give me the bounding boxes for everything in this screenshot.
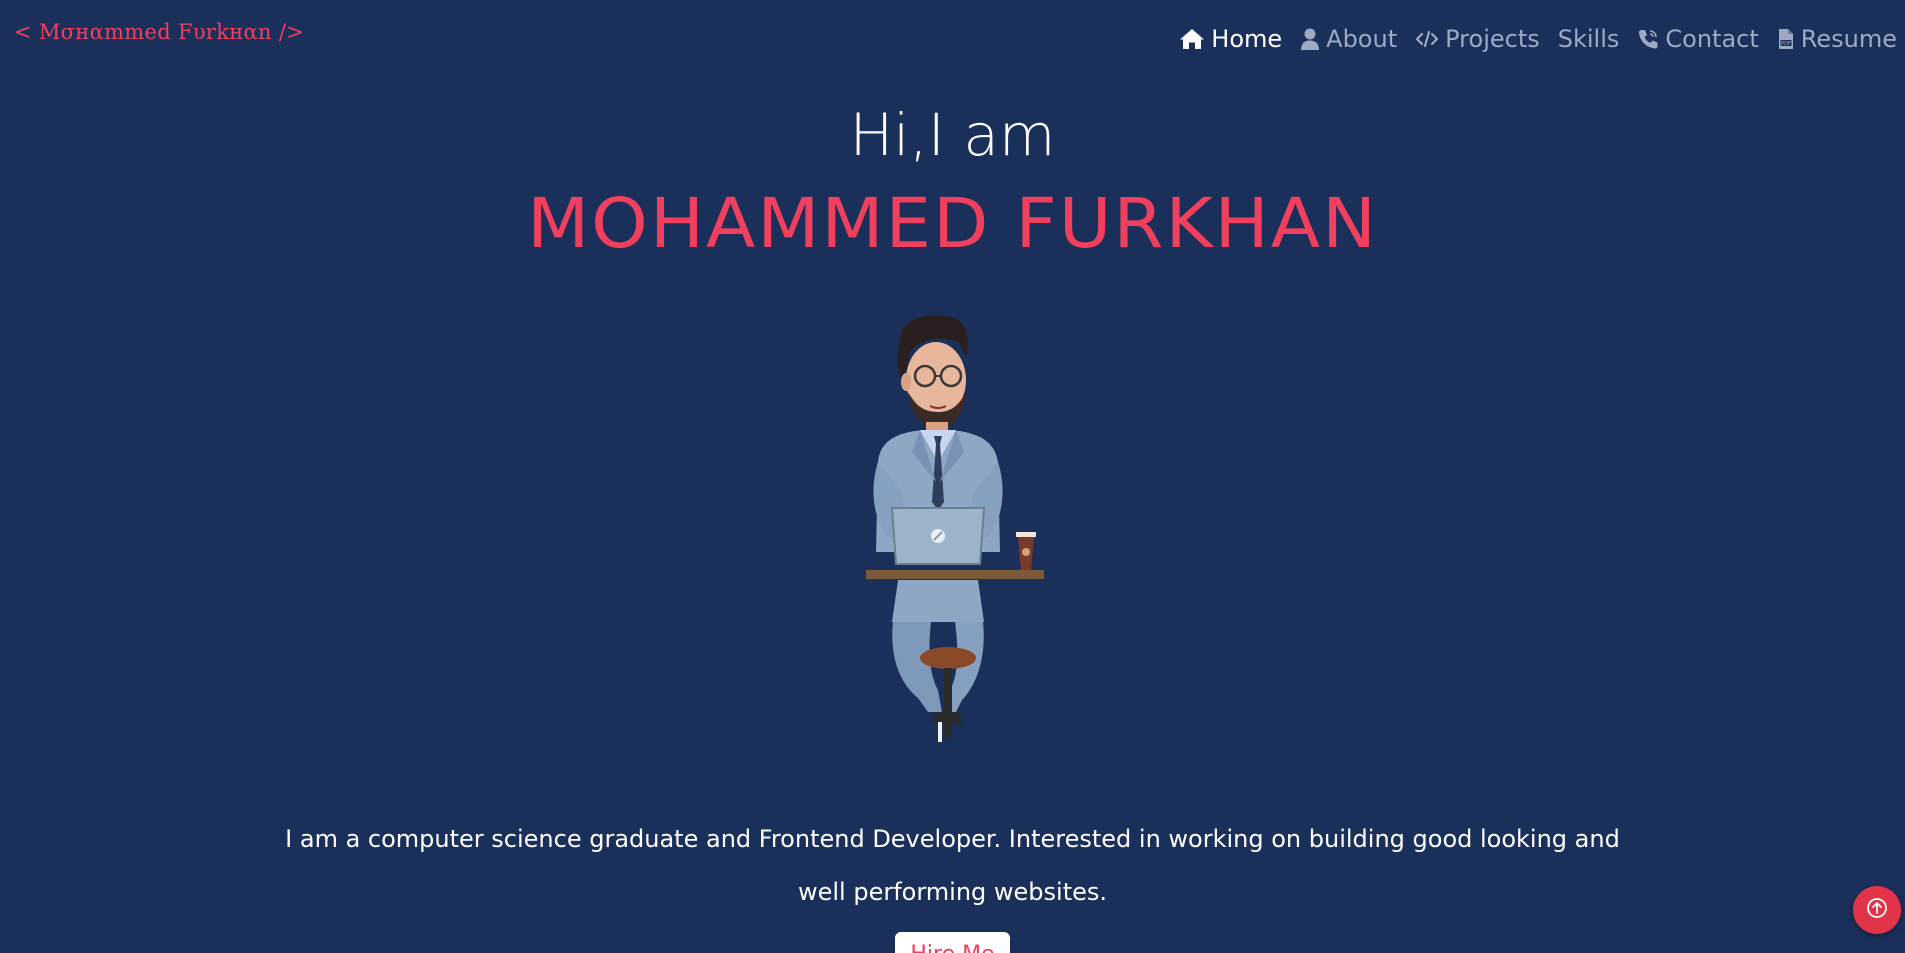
user-icon	[1300, 27, 1320, 51]
nav-resume[interactable]: PDF Resume	[1777, 22, 1897, 56]
pdf-file-icon: PDF	[1777, 28, 1795, 50]
page: < Mσнαmmed Fυrkнαn /> Home About Project…	[0, 0, 1905, 953]
nav-about-label: About	[1326, 25, 1398, 53]
developer-avatar-illustration	[866, 315, 1044, 742]
hero-bio: I am a computer science graduate and Fro…	[285, 825, 1620, 906]
site-logo[interactable]: < Mσнαmmed Fυrkнαn />	[14, 20, 304, 44]
nav-resume-label: Resume	[1800, 25, 1897, 53]
nav-skills-label: Skills	[1557, 25, 1620, 53]
nav-skills[interactable]: Skills	[1558, 22, 1620, 56]
code-icon	[1415, 29, 1439, 49]
hero-name: MOHAMMED FURKHAN	[527, 183, 1378, 263]
scroll-top-button[interactable]	[1853, 886, 1901, 934]
svg-text:PDF: PDF	[1781, 41, 1791, 47]
arrow-up-circle-icon	[1866, 897, 1888, 923]
nav-contact[interactable]: Contact	[1637, 22, 1759, 56]
hero-greeting: Hi,I am	[849, 101, 1056, 169]
phone-icon	[1637, 28, 1659, 50]
nav-projects-label: Projects	[1445, 25, 1540, 53]
nav-home-label: Home	[1211, 25, 1283, 53]
main-nav: Home About Projects Skills Contact PDF R…	[1161, 22, 1897, 56]
nav-home[interactable]: Home	[1179, 22, 1282, 56]
nav-contact-label: Contact	[1665, 25, 1759, 53]
nav-projects[interactable]: Projects	[1415, 22, 1540, 56]
home-icon	[1179, 27, 1205, 51]
nav-about[interactable]: About	[1300, 22, 1397, 56]
hire-me-button[interactable]: Hire Me	[895, 932, 1010, 953]
